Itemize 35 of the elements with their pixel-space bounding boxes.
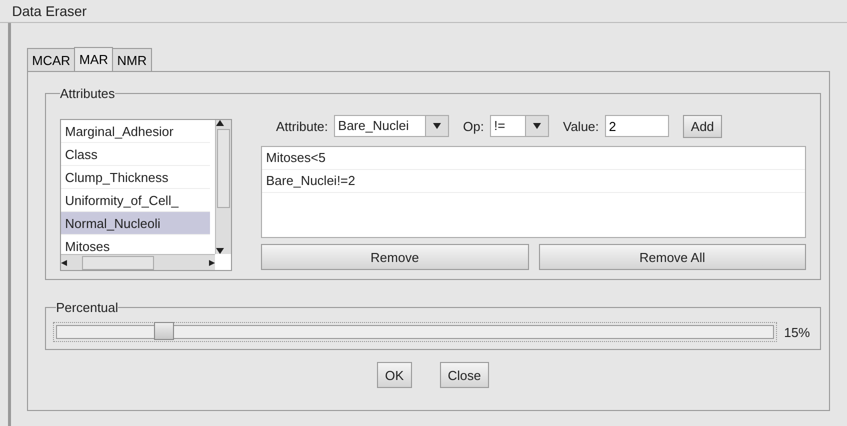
horizontal-scrollbar[interactable] — [61, 254, 215, 270]
scroll-down-icon[interactable] — [216, 248, 224, 254]
remove-button[interactable]: Remove — [261, 244, 528, 270]
scroll-right-icon[interactable] — [207, 260, 215, 266]
condition-item[interactable]: Mitoses<5 — [262, 147, 805, 170]
window-title: Data Eraser — [0, 0, 847, 23]
remove-all-button[interactable]: Remove All — [538, 244, 806, 270]
tab[interactable]: MCAR — [27, 48, 76, 71]
scroll-thumb[interactable] — [217, 129, 230, 208]
caret-icon[interactable] — [533, 123, 541, 129]
list-item[interactable]: Marginal_Adhesior — [61, 120, 210, 143]
scroll-left-icon[interactable] — [61, 260, 69, 266]
group-title: Attributes — [60, 86, 115, 101]
op-label: Op: — [463, 118, 484, 134]
attribute-dropdown[interactable]: Bare_Nuclei — [334, 115, 450, 137]
percent-reading: 15% — [784, 324, 810, 340]
op-dropdown[interactable]: != — [490, 115, 549, 137]
list-item[interactable]: Class — [61, 143, 210, 166]
dialog-button[interactable]: OK — [376, 362, 412, 388]
vertical-scrollbar[interactable] — [215, 120, 231, 254]
tab[interactable]: NMR — [112, 48, 152, 71]
value-field[interactable]: 2 — [604, 115, 669, 137]
list-item[interactable]: Normal_Nucleoli — [61, 212, 210, 235]
scroll-up-icon[interactable] — [216, 120, 224, 126]
caret-icon[interactable] — [433, 123, 442, 129]
condition-item[interactable]: Bare_Nuclei!=2 — [262, 170, 805, 193]
group-title: Percentual — [56, 300, 118, 315]
dialog-button[interactable]: Close — [440, 362, 490, 388]
value-label: Value: — [563, 118, 599, 134]
attribute-label: Attribute: — [276, 118, 328, 134]
scroll-thumb[interactable] — [82, 256, 154, 270]
list-item[interactable]: Clump_Thickness — [61, 166, 210, 189]
slider-track[interactable] — [56, 325, 774, 339]
add-button[interactable]: Add — [682, 114, 722, 138]
slider-thumb[interactable] — [154, 322, 174, 340]
